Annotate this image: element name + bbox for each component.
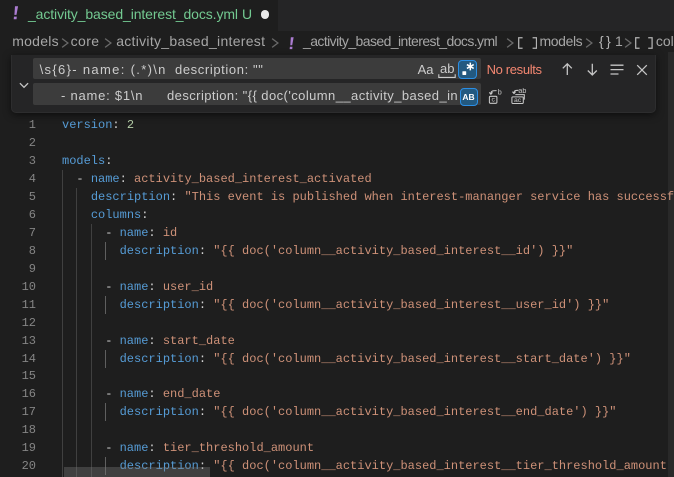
- svg-text:c: c: [491, 97, 495, 104]
- svg-text:ab: ab: [518, 88, 526, 95]
- svg-text:ac: ac: [514, 97, 522, 104]
- svg-text:b: b: [497, 88, 501, 97]
